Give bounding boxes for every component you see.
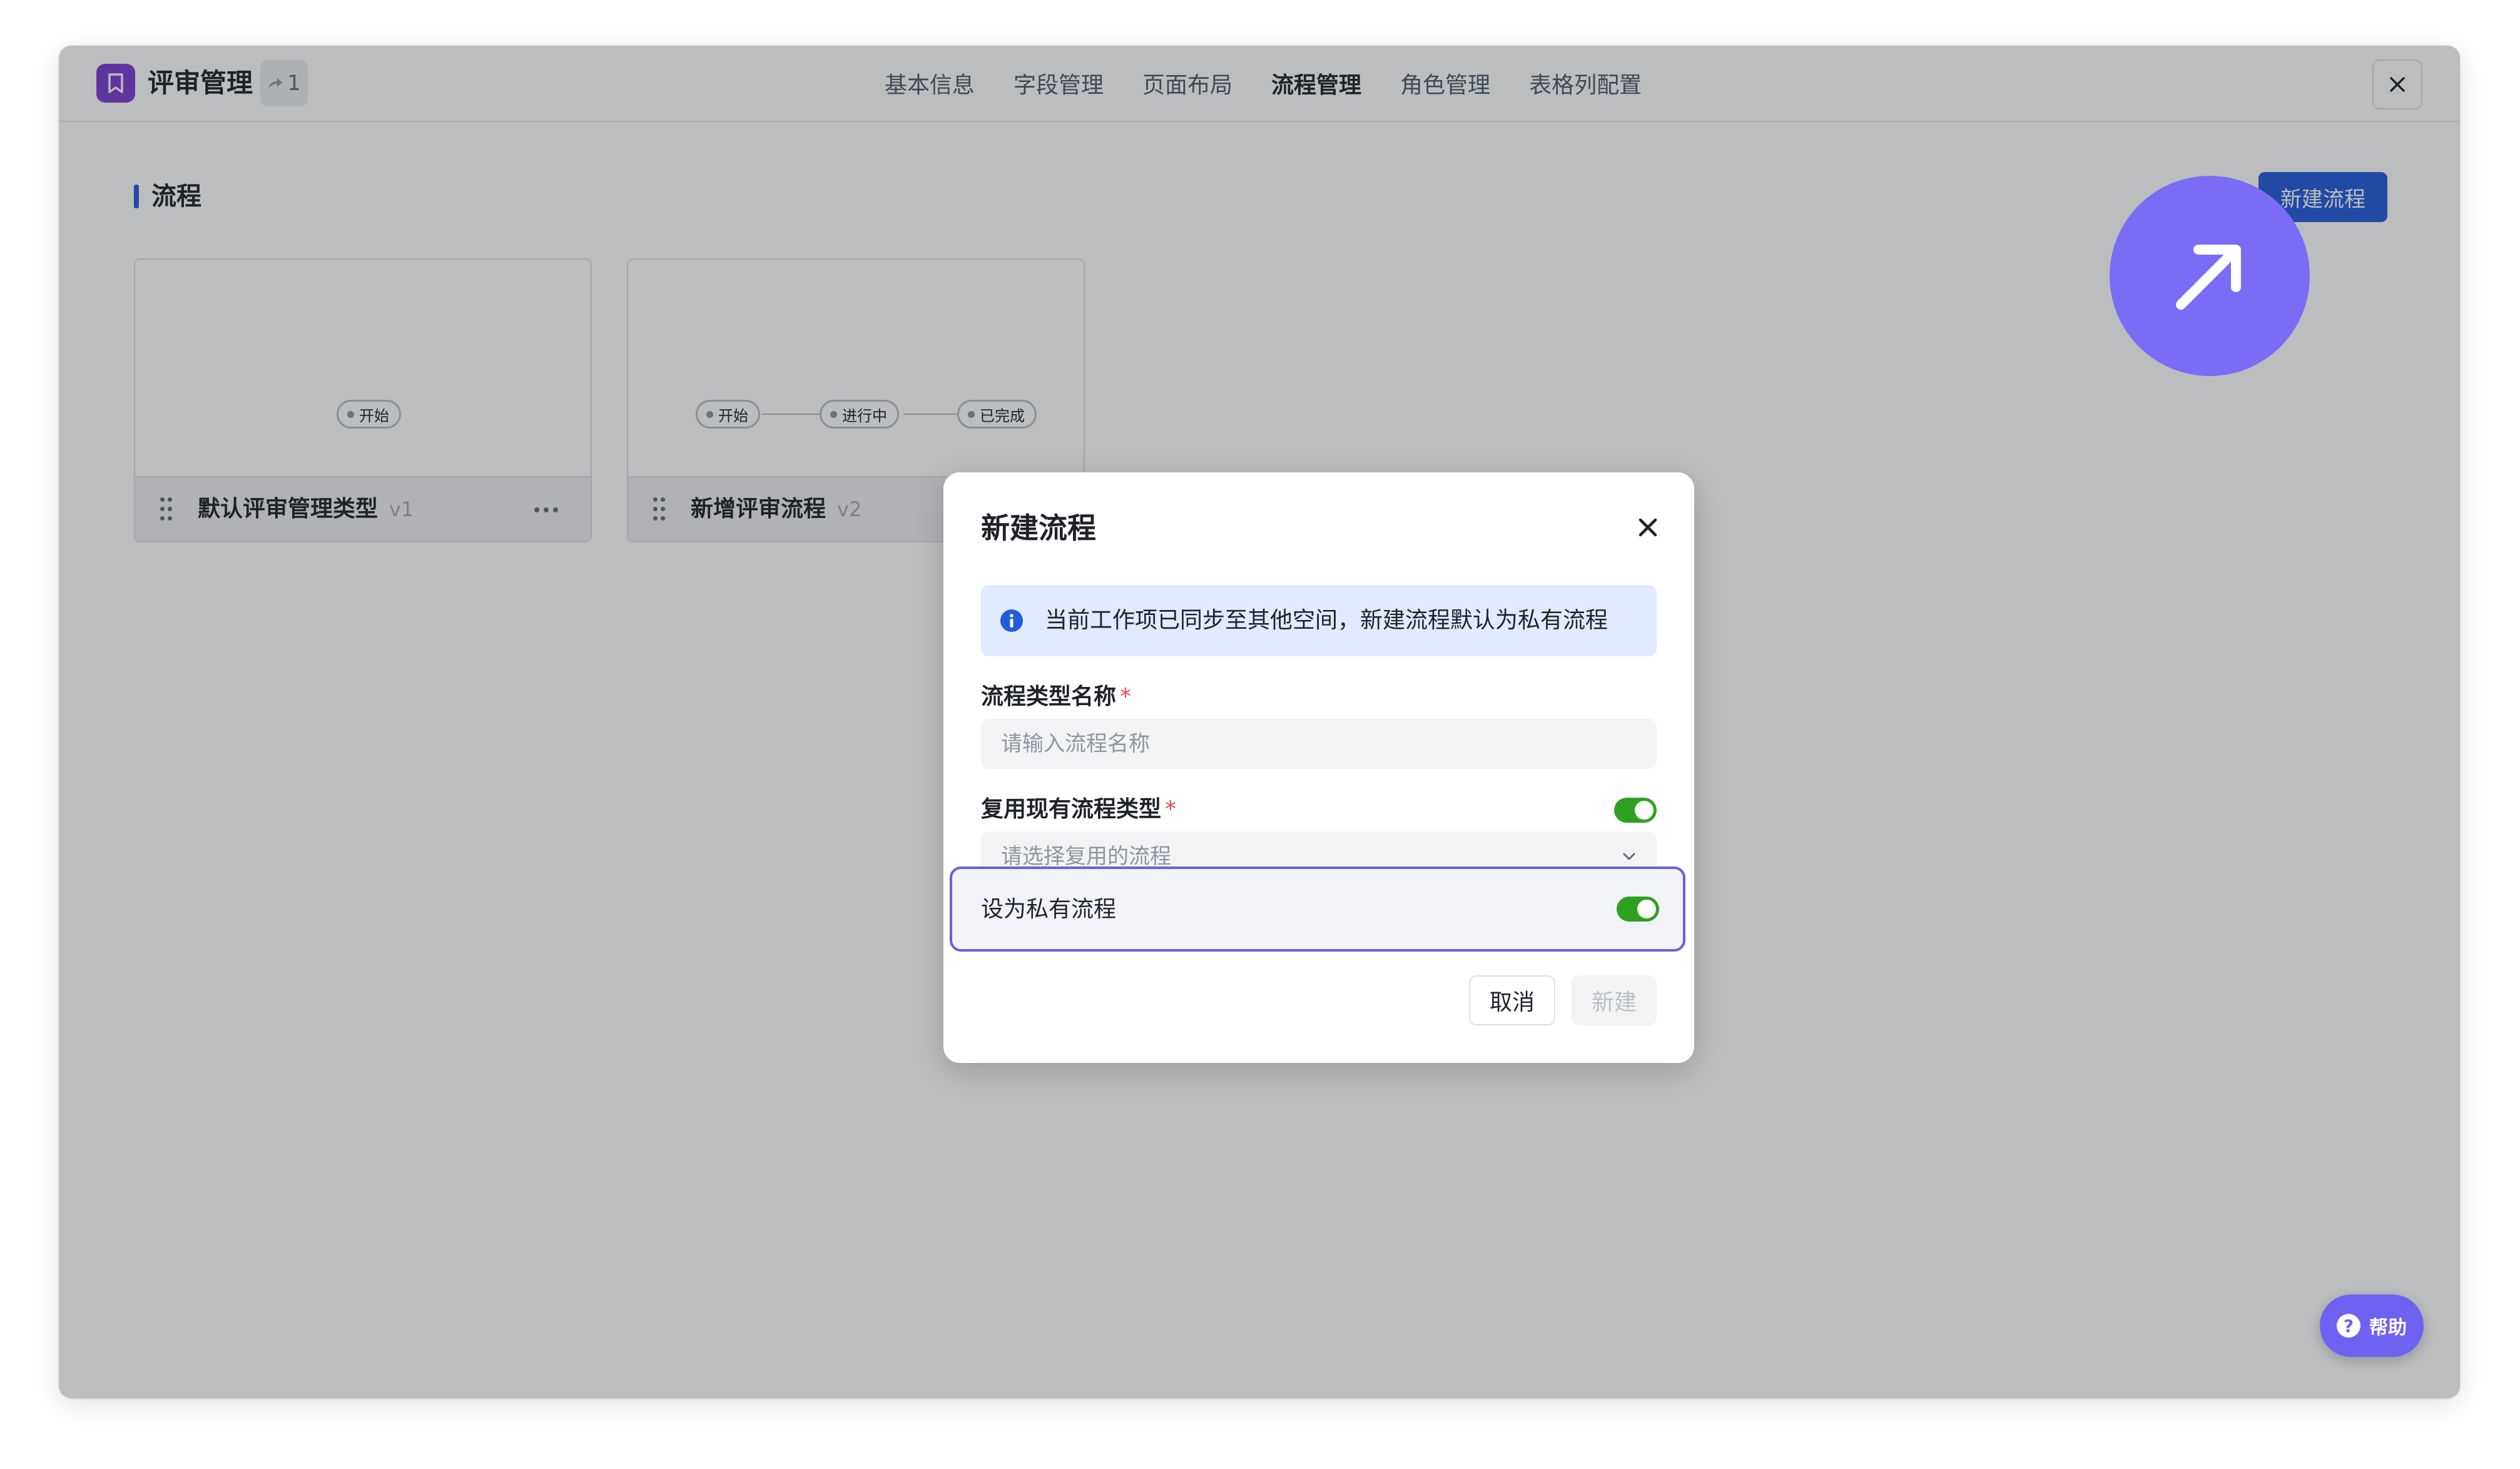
reuse-label-text: 复用现有流程类型 bbox=[981, 796, 1162, 822]
help-icon: ? bbox=[2337, 1314, 2360, 1338]
dialog-close-button[interactable] bbox=[1634, 514, 1662, 541]
close-icon bbox=[1639, 518, 1657, 537]
help-button[interactable]: ? 帮助 bbox=[2320, 1294, 2424, 1357]
chevron-down-icon bbox=[1623, 853, 1635, 860]
app-window: 评审管理 1 基本信息 字段管理 页面布局 流程管理 角色管理 表格列配置 流程… bbox=[59, 46, 2460, 1398]
required-mark: * bbox=[1120, 684, 1132, 709]
private-flow-toggle[interactable] bbox=[1617, 897, 1659, 922]
help-label: 帮助 bbox=[2369, 1317, 2407, 1339]
name-field-label: 流程类型名称 * bbox=[981, 680, 1131, 714]
create-button[interactable]: 新建 bbox=[1572, 975, 1657, 1025]
flow-name-input[interactable] bbox=[981, 719, 1657, 769]
reuse-flow-toggle[interactable] bbox=[1614, 798, 1657, 823]
arrow-pointer-icon bbox=[2110, 176, 2310, 376]
reuse-field-label: 复用现有流程类型 * bbox=[981, 793, 1176, 826]
required-mark: * bbox=[1165, 796, 1177, 822]
new-flow-dialog: 新建流程 当前工作项已同步至其他空间，新建流程默认为私有流程 流程类型名称* 复… bbox=[943, 472, 1694, 1063]
dialog-title: 新建流程 bbox=[981, 511, 1096, 545]
info-icon bbox=[1000, 609, 1023, 632]
name-label-text: 流程类型名称 bbox=[981, 684, 1117, 709]
cancel-button[interactable]: 取消 bbox=[1469, 975, 1555, 1025]
info-text: 当前工作项已同步至其他空间，新建流程默认为私有流程 bbox=[1045, 607, 1608, 633]
info-banner: 当前工作项已同步至其他空间，新建流程默认为私有流程 bbox=[981, 585, 1657, 656]
private-flow-label: 设为私有流程 bbox=[981, 897, 1117, 922]
private-flow-row[interactable]: 设为私有流程 bbox=[950, 867, 1685, 952]
